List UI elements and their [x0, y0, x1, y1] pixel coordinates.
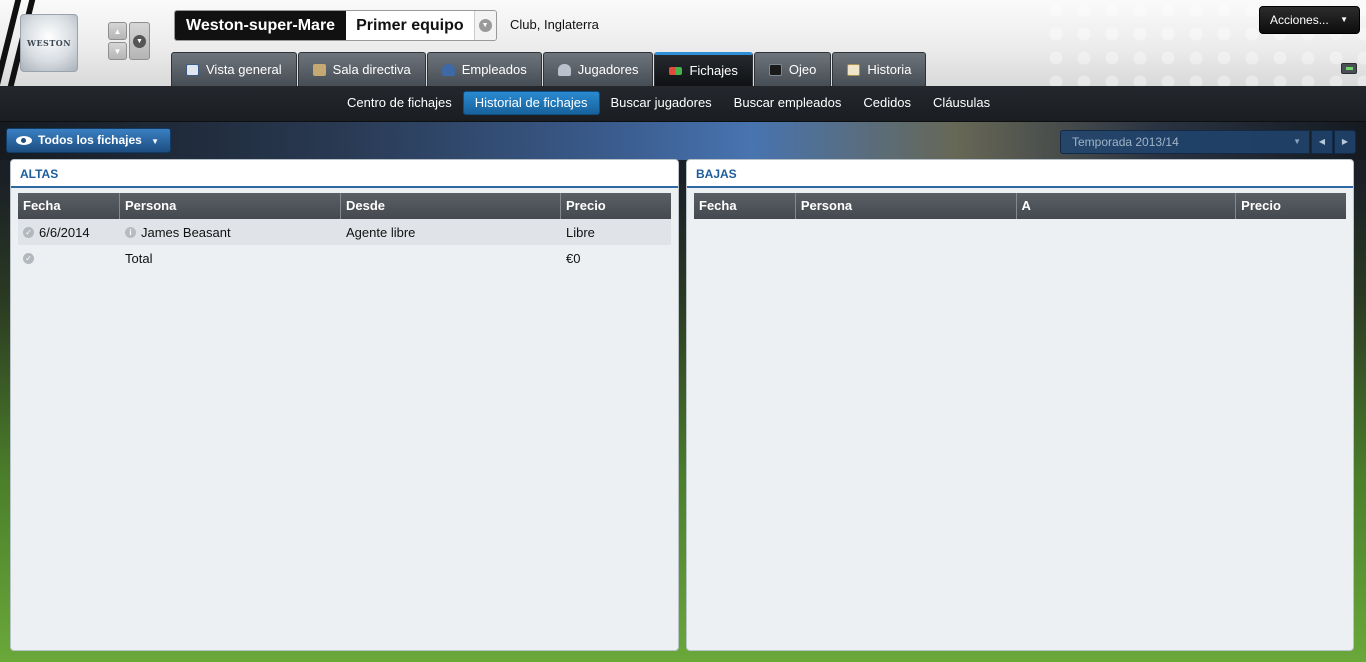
column-header-precio[interactable]: Precio — [561, 193, 671, 219]
cell-fecha: ✓ 6/6/2014 — [18, 225, 120, 240]
table-row[interactable]: ✓ 6/6/2014 i James Beasant Agente libre … — [18, 219, 671, 245]
tab-label: Historia — [867, 62, 912, 77]
column-header-a[interactable]: A — [1017, 193, 1237, 219]
tab-label: Vista general — [206, 62, 282, 77]
tab-label: Empleados — [461, 62, 527, 77]
season-label: Temporada 2013/14 — [1072, 135, 1179, 149]
cell-precio: Libre — [561, 225, 671, 240]
subnav-clausulas[interactable]: Cláusulas — [922, 91, 1001, 115]
subnav-buscar-empleados[interactable]: Buscar empleados — [723, 91, 853, 115]
caret-down-icon: ▼ — [1293, 137, 1301, 146]
subnav-centro-de-fichajes[interactable]: Centro de fichajes — [336, 91, 463, 115]
tab-label: Sala directiva — [332, 62, 411, 77]
tab-vista-general[interactable]: Vista general — [171, 52, 297, 86]
cell-total-label: Total — [120, 251, 341, 266]
total-precio-value: €0 — [566, 250, 581, 266]
subnav-cedidos[interactable]: Cedidos — [852, 91, 922, 115]
team-dropdown-button[interactable]: ▼ — [473, 11, 496, 40]
bajas-panel: BAJAS Fecha Persona A Precio — [686, 159, 1354, 651]
fecha-value: 6/6/2014 — [39, 224, 90, 240]
subnav-historial-de-fichajes[interactable]: Historial de fichajes — [462, 91, 600, 115]
column-header-desde[interactable]: Desde — [341, 193, 561, 219]
season-next-button[interactable]: ▶ — [1334, 130, 1356, 154]
column-header-fecha[interactable]: Fecha — [694, 193, 796, 219]
sub-navigation: Centro de fichajes Historial de fichajes… — [0, 86, 1366, 122]
total-row: ✓ Total €0 — [18, 245, 671, 271]
column-header-fecha[interactable]: Fecha — [18, 193, 120, 219]
history-dropdown-button[interactable]: ▼ — [129, 22, 150, 60]
team-name[interactable]: Primer equipo — [346, 11, 474, 40]
caret-down-icon: ▼ — [151, 137, 160, 146]
season-previous-button[interactable]: ◀ — [1311, 130, 1333, 154]
battery-icon[interactable] — [1341, 63, 1357, 74]
staff-icon — [441, 63, 455, 76]
transfers-icon — [669, 66, 683, 75]
history-icon — [847, 63, 861, 76]
arrow-right-icon: ▶ — [1341, 137, 1349, 146]
tab-jugadores[interactable]: Jugadores — [542, 52, 654, 86]
bajas-table: Fecha Persona A Precio — [694, 193, 1346, 219]
tab-sala-directiva[interactable]: Sala directiva — [297, 52, 426, 86]
tab-label: Fichajes — [689, 63, 738, 78]
column-header-persona[interactable]: Persona — [796, 193, 1017, 219]
tab-historia[interactable]: Historia — [832, 52, 927, 86]
tab-label: Jugadores — [577, 62, 639, 77]
tab-fichajes[interactable]: Fichajes — [654, 52, 753, 86]
desde-value: Agente libre — [346, 224, 416, 240]
club-subtitle: Club, Inglaterra — [510, 17, 599, 32]
precio-value: Libre — [566, 224, 595, 240]
season-selector[interactable]: Temporada 2013/14 ▼ — [1060, 130, 1310, 154]
next-arrow-icon[interactable]: ▼ — [108, 42, 127, 60]
persona-link[interactable]: James Beasant — [141, 225, 231, 240]
cell-total-precio: €0 — [561, 251, 671, 266]
main-tabs: Vista general Sala directiva Empleados J… — [171, 52, 927, 86]
arrow-left-icon: ◀ — [1318, 137, 1326, 146]
table-header: Fecha Persona A Precio — [694, 193, 1346, 219]
app-header: WESTON ▲ ▼ ▼ Weston-super-Mare Primer eq… — [0, 0, 1366, 86]
subnav-buscar-jugadores[interactable]: Buscar jugadores — [600, 91, 723, 115]
tab-label: Ojeo — [788, 62, 817, 77]
cell-desde: Agente libre — [341, 225, 561, 240]
binoculars-icon — [768, 63, 782, 76]
column-header-persona[interactable]: Persona — [120, 193, 341, 219]
boardroom-icon — [312, 63, 326, 76]
eye-icon — [16, 136, 32, 145]
cell-persona: i James Beasant — [120, 225, 341, 240]
panel-title: ALTAS — [11, 160, 678, 188]
actions-button[interactable]: Acciones... ▼ — [1259, 6, 1360, 34]
altas-table: Fecha Persona Desde Precio ✓ 6/6/2014 i … — [18, 193, 671, 271]
players-icon — [557, 63, 571, 76]
table-header: Fecha Persona Desde Precio — [18, 193, 671, 219]
club-name[interactable]: Weston-super-Mare — [175, 11, 347, 40]
panel-title: BAJAS — [687, 160, 1353, 188]
previous-arrow-icon[interactable]: ▲ — [108, 22, 127, 40]
club-navigation: ▲ ▼ ▼ — [108, 22, 150, 60]
caret-down-icon: ▼ — [1340, 15, 1348, 24]
tab-ojeo[interactable]: Ojeo — [753, 52, 832, 86]
check-icon: ✓ — [23, 252, 34, 264]
crest-text: WESTON — [26, 38, 72, 48]
club-selector: Weston-super-Mare Primer equipo ▼ — [174, 10, 497, 41]
overview-icon — [186, 63, 199, 76]
actions-label: Acciones... — [1270, 13, 1329, 27]
info-icon[interactable]: i — [125, 226, 136, 238]
total-label: Total — [125, 250, 153, 266]
club-crest-icon[interactable]: WESTON — [20, 14, 78, 72]
cell-fecha: ✓ — [18, 252, 120, 264]
chevron-down-icon: ▼ — [478, 19, 492, 32]
chevron-down-icon: ▼ — [133, 34, 146, 48]
tab-empleados[interactable]: Empleados — [426, 52, 542, 86]
view-filter-button[interactable]: Todos los fichajes ▼ — [6, 128, 172, 153]
column-header-precio[interactable]: Precio — [1236, 193, 1346, 219]
check-icon: ✓ — [23, 226, 34, 238]
altas-panel: ALTAS Fecha Persona Desde Precio ✓ 6/6/2… — [10, 159, 679, 651]
view-filter-label: Todos los fichajes — [38, 133, 142, 147]
